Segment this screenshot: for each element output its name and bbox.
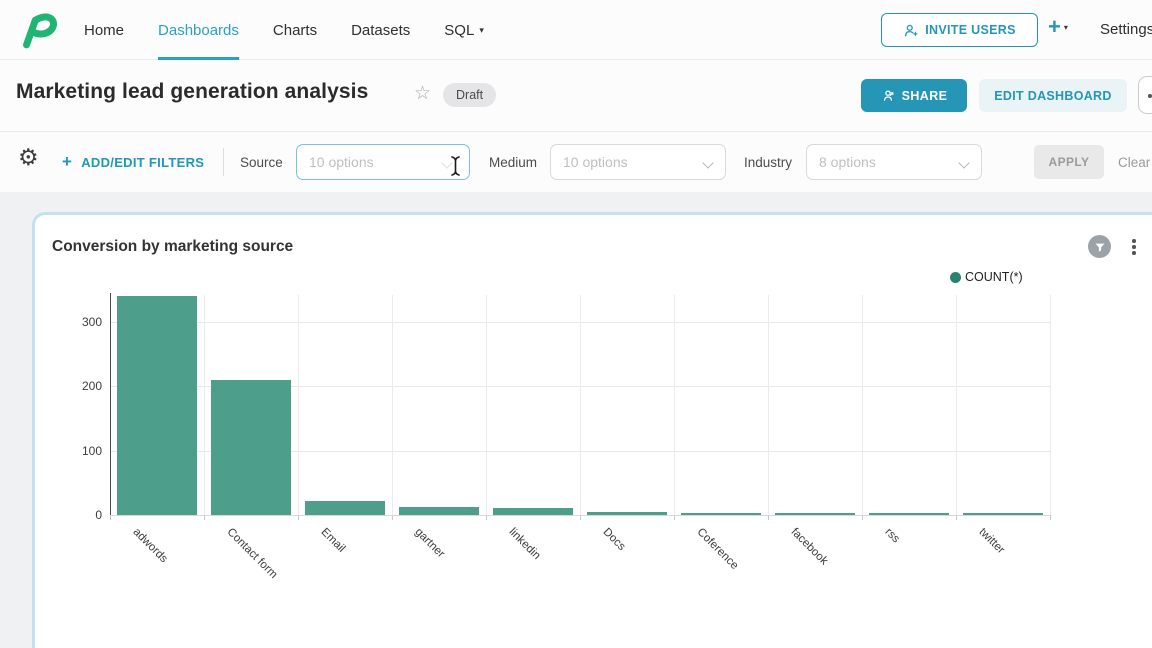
x-axis-label: linkedin xyxy=(507,526,543,562)
y-axis-tick-label: 100 xyxy=(62,444,102,458)
new-item-menu-button[interactable]: + ▾ xyxy=(1048,16,1068,38)
user-add-icon xyxy=(903,23,918,38)
nav-label: Home xyxy=(84,22,124,39)
x-gridline xyxy=(392,295,393,515)
x-gridline xyxy=(862,295,863,515)
x-axis-label: adwords xyxy=(131,526,170,565)
x-axis-label: facebook xyxy=(789,526,830,567)
x-axis-label: Email xyxy=(319,526,348,555)
bar-facebook[interactable] xyxy=(775,513,855,515)
bar-gartner[interactable] xyxy=(399,507,479,515)
x-axis-label: Contact form xyxy=(225,526,280,581)
caret-down-icon: ▾ xyxy=(479,25,484,36)
bar-rss[interactable] xyxy=(869,513,949,515)
x-gridline xyxy=(298,295,299,515)
add-edit-filters-label: ADD/EDIT FILTERS xyxy=(81,155,204,170)
x-axis-label: Coference xyxy=(695,526,741,572)
nav-item-dashboards[interactable]: Dashboards xyxy=(158,0,239,60)
medium-select[interactable]: 10 options xyxy=(550,144,726,180)
x-axis-label: twitter xyxy=(977,526,1007,556)
x-axis-label: gartner xyxy=(413,526,447,560)
y-axis-line xyxy=(110,293,111,515)
y-axis-tick-label: 200 xyxy=(62,379,102,393)
nav-item-settings[interactable]: Settings xyxy=(1100,21,1152,38)
bar-adwords[interactable] xyxy=(117,296,197,515)
x-axis-label: rss xyxy=(883,526,902,545)
x-gridline xyxy=(580,295,581,515)
preset-logo-icon[interactable] xyxy=(16,9,58,51)
select-value: 8 options xyxy=(819,154,876,170)
chevron-down-icon xyxy=(958,157,969,168)
nav-label: Datasets xyxy=(351,22,410,39)
x-axis-tick xyxy=(1050,515,1051,520)
y-axis-tick-label: 0 xyxy=(62,508,102,522)
x-gridline xyxy=(768,295,769,515)
top-nav-bar: Home Dashboards Charts Datasets SQL ▾ INV… xyxy=(0,0,1152,60)
more-options-button[interactable] xyxy=(1138,76,1152,114)
bar-Coference[interactable] xyxy=(681,513,761,515)
x-gridline xyxy=(1050,295,1051,515)
x-axis-line xyxy=(110,515,1050,516)
x-gridline xyxy=(674,295,675,515)
select-value: 10 options xyxy=(309,154,374,170)
nav-item-charts[interactable]: Charts xyxy=(273,0,317,60)
invite-users-label: INVITE USERS xyxy=(925,23,1015,37)
text-cursor-icon xyxy=(449,155,462,177)
chart-card: Conversion by marketing source COUNT(*) … xyxy=(35,215,1152,648)
nav-label: Charts xyxy=(273,22,317,39)
bar-twitter[interactable] xyxy=(963,513,1043,515)
x-gridline xyxy=(204,295,205,515)
invite-users-button[interactable]: INVITE USERS xyxy=(881,13,1038,47)
dashboard-content: Conversion by marketing source COUNT(*) … xyxy=(0,192,1152,648)
dashboard-header: Marketing lead generation analysis ☆ Dra… xyxy=(0,60,1152,132)
y-axis-tick-label: 300 xyxy=(62,315,102,329)
divider xyxy=(223,148,224,176)
main-nav: Home Dashboards Charts Datasets SQL ▾ xyxy=(84,0,484,60)
caret-down-icon: ▾ xyxy=(1064,23,1068,32)
chevron-down-icon xyxy=(702,157,713,168)
share-button[interactable]: SHARE xyxy=(861,79,967,112)
bar-Contact form[interactable] xyxy=(211,380,291,515)
bar-linkedin[interactable] xyxy=(493,508,573,515)
filter-label-source: Source xyxy=(240,155,283,170)
nav-item-home[interactable]: Home xyxy=(84,0,124,60)
add-edit-filters-button[interactable]: + ADD/EDIT FILTERS xyxy=(62,152,204,172)
plus-icon: + xyxy=(62,152,72,172)
nav-item-sql[interactable]: SQL ▾ xyxy=(444,0,484,60)
filter-label-medium: Medium xyxy=(489,155,537,170)
status-badge: Draft xyxy=(443,83,496,107)
page-title: Marketing lead generation analysis xyxy=(16,80,368,104)
industry-select[interactable]: 8 options xyxy=(806,144,982,180)
app-window: Home Dashboards Charts Datasets SQL ▾ INV… xyxy=(0,0,1152,648)
x-gridline xyxy=(956,295,957,515)
filter-label-industry: Industry xyxy=(744,155,792,170)
x-gridline xyxy=(486,295,487,515)
share-icon xyxy=(881,89,895,103)
gear-icon[interactable]: ⚙ xyxy=(18,146,39,169)
filter-bar: ⚙ + ADD/EDIT FILTERS Source 10 options M… xyxy=(0,133,1152,192)
edit-dashboard-button[interactable]: EDIT DASHBOARD xyxy=(979,79,1127,112)
bar-chart-plot: 0 100 200 300 adwords Contact form Email gartne… xyxy=(35,215,1152,648)
clear-all-button[interactable]: Clear all xyxy=(1118,155,1152,170)
nav-label: Dashboards xyxy=(158,22,239,39)
share-label: SHARE xyxy=(902,89,948,103)
plus-icon: + xyxy=(1048,16,1061,38)
ellipsis-icon xyxy=(1148,94,1152,98)
nav-label: SQL xyxy=(444,22,474,39)
select-value: 10 options xyxy=(563,154,628,170)
favorite-star-icon[interactable]: ☆ xyxy=(414,82,431,105)
bar-Docs[interactable] xyxy=(587,512,667,515)
x-axis-label: Docs xyxy=(601,526,628,553)
bar-Email[interactable] xyxy=(305,501,385,515)
nav-item-datasets[interactable]: Datasets xyxy=(351,0,410,60)
apply-button[interactable]: APPLY xyxy=(1034,145,1104,179)
source-select[interactable]: 10 options xyxy=(296,144,470,180)
